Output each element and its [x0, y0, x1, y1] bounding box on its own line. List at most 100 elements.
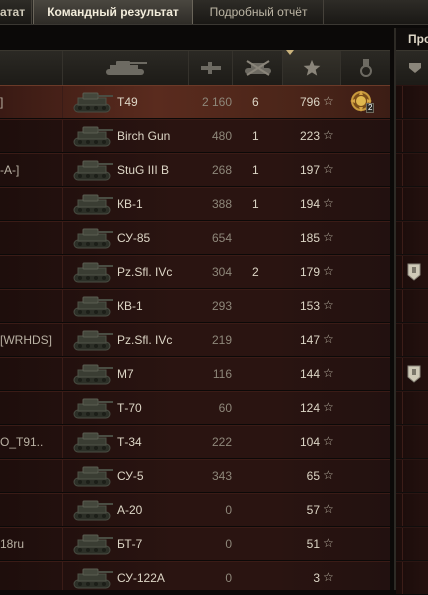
- experience-value: 144: [299, 367, 320, 381]
- kills-value: 2: [252, 265, 259, 279]
- enemy-table-row[interactable]: [396, 425, 428, 458]
- damage-value: 222: [211, 435, 232, 449]
- damage-value: 293: [211, 299, 232, 313]
- experience-value: 147: [299, 333, 320, 347]
- enemy-table-row[interactable]: [396, 459, 428, 492]
- column-medals[interactable]: [340, 51, 390, 85]
- damage-value: 0: [225, 537, 232, 551]
- vehicle-icon-wrap: [68, 463, 116, 489]
- team-table: ] T49 2 160 6 796 ☆ 2 Birch Gun 480 1 223 ☆ -A-] StuG…: [0, 28, 390, 590]
- enemy-table-row[interactable]: [396, 153, 428, 186]
- column-experience[interactable]: [282, 51, 341, 85]
- column-divider: [62, 494, 63, 526]
- star-icon: ☆: [323, 366, 334, 380]
- star-icon: ☆: [323, 332, 334, 346]
- vehicle-icon: [73, 568, 113, 589]
- column-kills[interactable]: [232, 51, 283, 85]
- table-row[interactable]: M7 116 144 ☆: [0, 357, 390, 390]
- experience-value: 104: [299, 435, 320, 449]
- experience-value: 197: [299, 163, 320, 177]
- table-row[interactable]: Т-70 60 124 ☆: [0, 391, 390, 424]
- vehicle-icon: [73, 92, 113, 113]
- damage-value: 268: [211, 163, 232, 177]
- vehicle-name: БТ-7: [117, 537, 143, 551]
- column-divider: [402, 188, 403, 220]
- vehicle-name: Pz.Sfl. IVc: [117, 333, 173, 347]
- table-row[interactable]: [WRHDS] Pz.Sfl. IVc 219 147 ☆: [0, 323, 390, 356]
- table-row[interactable]: Pz.Sfl. IVc 304 2 179 ☆: [0, 255, 390, 288]
- table-body: ] T49 2 160 6 796 ☆ 2 Birch Gun 480 1 223 ☆ -A-] StuG…: [0, 85, 390, 590]
- damage-value: 0: [225, 571, 232, 585]
- enemy-table-row[interactable]: [396, 493, 428, 526]
- star-icon: ☆: [323, 264, 334, 278]
- vehicle-name: СУ-122А: [117, 571, 165, 585]
- tank-icon: [106, 61, 147, 75]
- achievement-medal-icon[interactable]: 2: [349, 89, 377, 115]
- tab-team-result[interactable]: Командный результат: [33, 0, 193, 24]
- enemy-table-row[interactable]: [396, 85, 428, 118]
- vehicle-icon-wrap: [68, 191, 116, 217]
- enemy-table-row[interactable]: [396, 187, 428, 220]
- enemy-table-row[interactable]: [396, 119, 428, 152]
- column-divider: [62, 562, 63, 590]
- vehicle-icon: [73, 228, 113, 249]
- column-divider: [62, 222, 63, 254]
- enemy-table-row[interactable]: [396, 221, 428, 254]
- vehicle-icon: [73, 466, 113, 487]
- damage-value: 219: [211, 333, 232, 347]
- enemy-table-row[interactable]: [396, 323, 428, 356]
- enemy-table-row[interactable]: [396, 255, 428, 288]
- vehicle-icon: [73, 432, 113, 453]
- table-row[interactable]: СУ-85 654 185 ☆: [0, 221, 390, 254]
- column-divider: [62, 154, 63, 186]
- column-divider: [402, 426, 403, 458]
- table-row[interactable]: O_T91.. Т-34 222 104 ☆: [0, 425, 390, 458]
- star-icon: ☆: [323, 196, 334, 210]
- tab-personal[interactable]: атат: [0, 0, 32, 24]
- tab-bar: атат Командный результат Подробный отчёт: [0, 0, 428, 25]
- table-row[interactable]: СУ-122А 0 3 ☆: [0, 561, 390, 590]
- enemy-table-row[interactable]: [396, 527, 428, 560]
- experience-value: 51: [306, 537, 320, 551]
- experience-value: 194: [299, 197, 320, 211]
- tab-detailed-report[interactable]: Подробный отчёт: [194, 0, 324, 24]
- vehicle-icon-wrap: [68, 429, 116, 455]
- table-row[interactable]: СУ-5 343 65 ☆: [0, 459, 390, 492]
- table-row[interactable]: А-20 0 57 ☆: [0, 493, 390, 526]
- damage-value: 116: [212, 367, 232, 381]
- table-row[interactable]: ] T49 2 160 6 796 ☆ 2: [0, 85, 390, 118]
- table-row[interactable]: КВ-1 293 153 ☆: [0, 289, 390, 322]
- column-divider: [402, 528, 403, 560]
- column-divider: [62, 460, 63, 492]
- column-damage[interactable]: [188, 51, 233, 85]
- enemy-table-row[interactable]: [396, 391, 428, 424]
- column-divider: [402, 562, 403, 594]
- vehicle-icon: [73, 364, 113, 385]
- enemy-team-panel: Про: [394, 28, 428, 594]
- enemy-table-row[interactable]: [396, 561, 428, 594]
- column-divider: [62, 86, 63, 118]
- column-vehicle[interactable]: [62, 51, 189, 85]
- sort-indicator-icon: [286, 50, 294, 55]
- table-row[interactable]: Birch Gun 480 1 223 ☆: [0, 119, 390, 152]
- enemy-table-body: [396, 85, 428, 595]
- player-name: -A-]: [0, 163, 20, 177]
- vehicle-name: КВ-1: [117, 197, 143, 211]
- damage-value: 480: [211, 129, 232, 143]
- star-icon: ☆: [323, 400, 334, 414]
- table-row[interactable]: -A-] StuG III B 268 1 197 ☆: [0, 153, 390, 186]
- vehicle-name: StuG III B: [117, 163, 170, 177]
- enemy-table-row[interactable]: [396, 357, 428, 390]
- star-icon: ☆: [323, 468, 334, 482]
- vehicle-icon-wrap: [68, 157, 116, 183]
- table-row[interactable]: КВ-1 388 1 194 ☆: [0, 187, 390, 220]
- damage-value: 388: [211, 197, 232, 211]
- enemy-table-row[interactable]: [396, 289, 428, 322]
- table-header: [0, 50, 390, 86]
- column-divider: [62, 358, 63, 390]
- column-divider: [402, 154, 403, 186]
- experience-value: 185: [299, 231, 320, 245]
- damage-icon: [201, 62, 221, 74]
- table-row[interactable]: 18ru БТ-7 0 51 ☆: [0, 527, 390, 560]
- column-divider: [402, 222, 403, 254]
